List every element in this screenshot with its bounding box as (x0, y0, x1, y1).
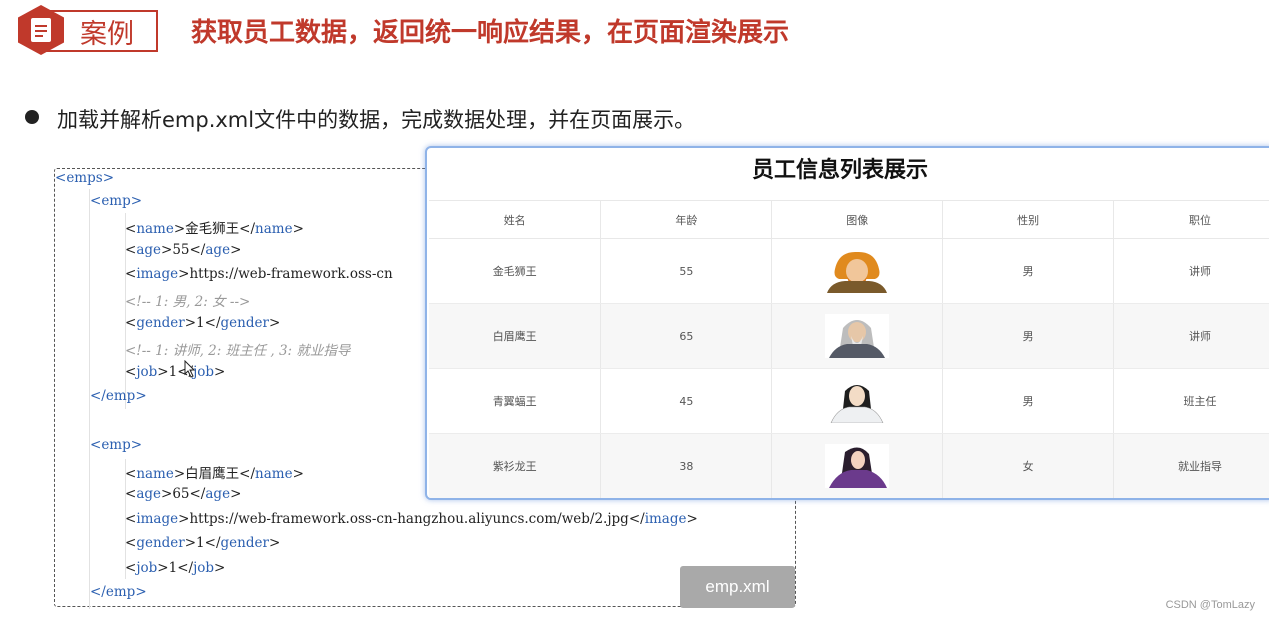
watermark: CSDN @TomLazy (1165, 599, 1255, 611)
column-header-job: 职位 (1113, 200, 1269, 239)
cell-image (771, 368, 944, 434)
code-line-emp-open: <emp> (90, 437, 143, 453)
cell-age: 45 (600, 368, 773, 434)
cell-name: 青翼蝠王 (429, 368, 602, 434)
code-line-age: <age>65</age> (125, 486, 242, 502)
cell-name: 紫衫龙王 (429, 433, 602, 498)
employee-table-card: 员工信息列表展示 姓名 年龄 图像 性别 职位 金毛狮王 55 男 讲师 白眉鹰… (425, 146, 1269, 500)
code-line-name: <name>白眉鹰王</name> (125, 466, 304, 482)
code-line-name: <name>金毛狮王</name> (125, 221, 304, 237)
cell-age: 38 (600, 433, 773, 498)
column-header-age: 年龄 (600, 200, 773, 239)
code-line-image: <image>https://web-framework.oss-cn (125, 266, 393, 282)
green-wing-avatar-icon (825, 379, 890, 423)
code-line-age: <age>55</age> (125, 242, 242, 258)
code-line-job: <job>1</job> (125, 364, 226, 380)
employee-table: 姓名 年龄 图像 性别 职位 金毛狮王 55 男 讲师 白眉鹰王 65 男 讲师… (429, 200, 1269, 498)
cell-name: 金毛狮王 (429, 238, 602, 304)
code-line-image: <image>https://web-framework.oss-cn-hang… (125, 511, 698, 527)
code-line-job: <job>1</job> (125, 560, 226, 576)
code-line-emps-open: <emps> (55, 170, 114, 186)
table-title: 员工信息列表展示 (751, 158, 928, 183)
code-line-gender: <gender>1</gender> (125, 535, 281, 551)
code-comment-job: <!-- 1: 讲师, 2: 班主任 , 3: 就业指导 (125, 343, 351, 359)
table-row: 青翼蝠王 45 男 班主任 (429, 368, 1269, 434)
bullet-text: 加载并解析emp.xml文件中的数据，完成数据处理，并在页面展示。 (57, 108, 696, 132)
code-comment-gender: <!-- 1: 男, 2: 女 --> (125, 294, 251, 310)
white-eyebrow-avatar-icon (825, 314, 890, 358)
cell-job: 就业指导 (1113, 433, 1269, 498)
mouse-cursor-icon (184, 360, 196, 378)
cell-gender: 女 (942, 433, 1115, 498)
cell-gender: 男 (942, 368, 1115, 434)
cell-image (771, 303, 944, 369)
code-line-gender: <gender>1</gender> (125, 315, 281, 331)
cell-name: 白眉鹰王 (429, 303, 602, 369)
bullet-icon (25, 110, 39, 124)
table-row: 金毛狮王 55 男 讲师 (429, 238, 1269, 304)
table-header-row: 姓名 年龄 图像 性别 职位 (429, 200, 1269, 239)
column-header-name: 姓名 (429, 200, 602, 239)
cell-age: 65 (600, 303, 773, 369)
document-icon (31, 18, 51, 42)
case-badge-label: 案例 (80, 18, 134, 50)
cell-job: 班主任 (1113, 368, 1269, 434)
filename-tab: emp.xml (680, 566, 795, 608)
cell-image (771, 238, 944, 304)
cell-job: 讲师 (1113, 238, 1269, 304)
purple-robe-avatar-icon (825, 444, 890, 488)
cell-job: 讲师 (1113, 303, 1269, 369)
cell-age: 55 (600, 238, 773, 304)
column-header-image: 图像 (771, 200, 944, 239)
table-row: 白眉鹰王 65 男 讲师 (429, 303, 1269, 369)
slide-title: 获取员工数据，返回统一响应结果，在页面渲染展示 (191, 18, 790, 48)
golden-lion-avatar-icon (825, 249, 890, 293)
cell-gender: 男 (942, 238, 1115, 304)
code-line-emp-open: <emp> (90, 193, 143, 209)
cell-gender: 男 (942, 303, 1115, 369)
column-header-gender: 性别 (942, 200, 1115, 239)
table-row: 紫衫龙王 38 女 就业指导 (429, 433, 1269, 498)
code-line-emp-close: </emp> (90, 584, 147, 600)
code-line-emp-close: </emp> (90, 388, 147, 404)
cell-image (771, 433, 944, 498)
